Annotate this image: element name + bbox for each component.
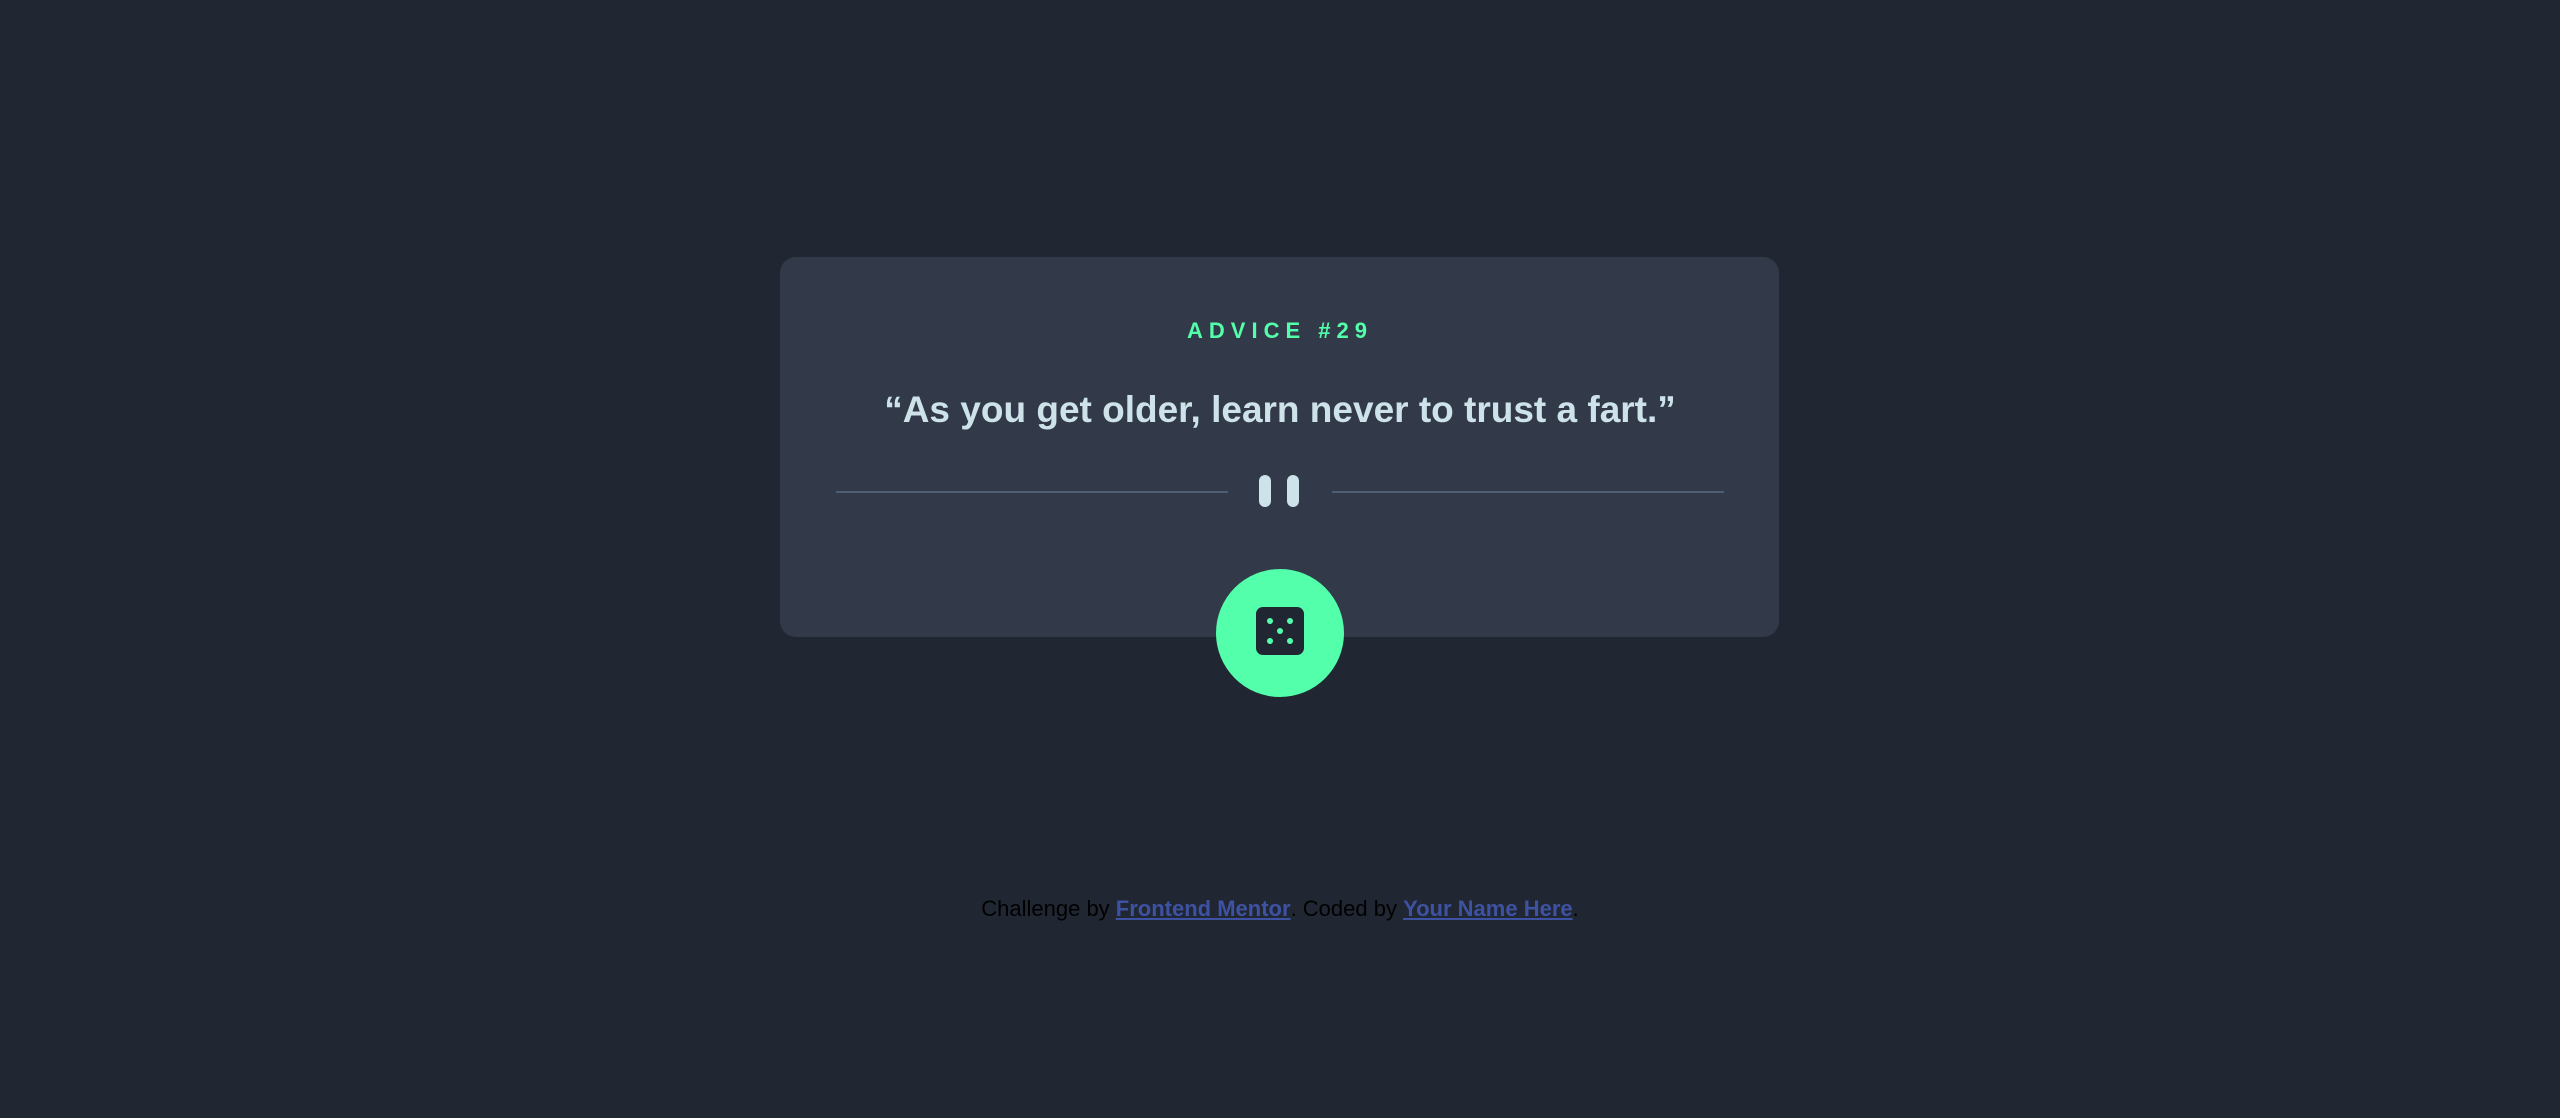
frontend-mentor-link[interactable]: Frontend Mentor: [1116, 896, 1291, 921]
advice-number: ADVICE #29: [1187, 318, 1373, 343]
divider-line-right: [1332, 491, 1724, 493]
divider-line-left: [836, 491, 1228, 493]
attribution-suffix: .: [1572, 896, 1579, 921]
new-advice-button[interactable]: [1216, 569, 1344, 697]
dice-icon: [1256, 606, 1304, 660]
attribution-prefix: Challenge by: [981, 896, 1116, 921]
author-link[interactable]: Your Name Here: [1403, 896, 1573, 921]
advice-quote: “As you get older, learn never to trust …: [884, 389, 1676, 430]
attribution-middle: . Coded by: [1290, 896, 1404, 921]
pause-icon: [1259, 475, 1299, 507]
attribution: Challenge by Frontend Mentor. Coded by Y…: [0, 894, 2560, 924]
